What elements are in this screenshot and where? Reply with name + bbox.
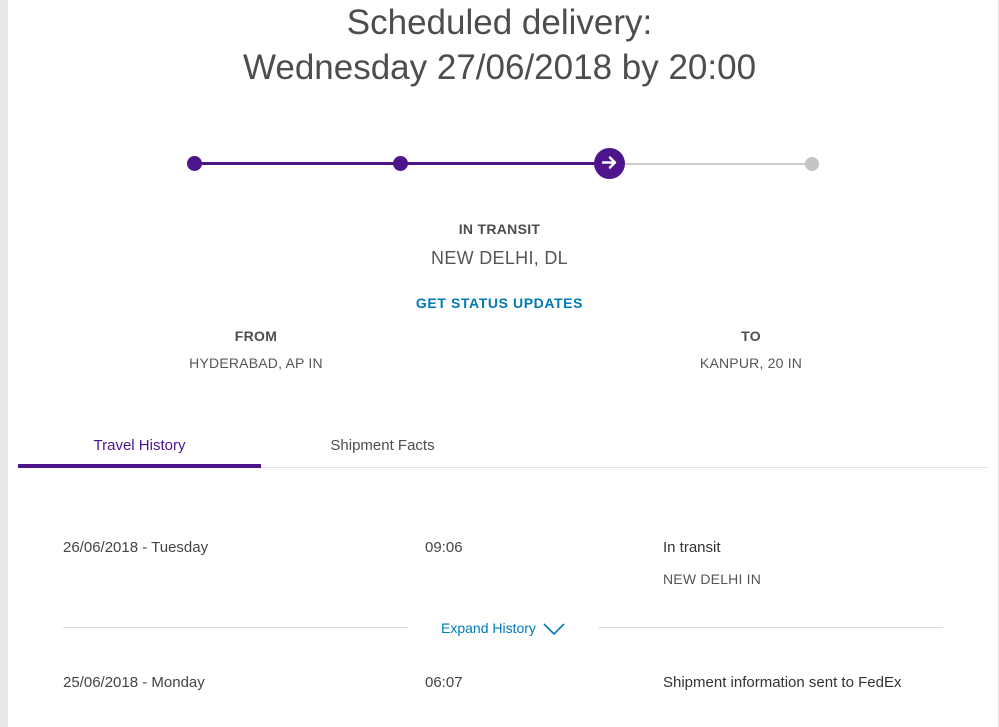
history-date: 25/06/2018 - Monday xyxy=(63,674,205,691)
arrow-right-icon xyxy=(601,156,617,169)
chevron-down-icon[interactable] xyxy=(543,622,565,636)
progress-tracker xyxy=(180,140,830,190)
scheduled-delivery-heading: Scheduled delivery: xyxy=(346,3,653,42)
active-tab-indicator xyxy=(18,464,261,468)
destination-value: KANPUR, 20 IN xyxy=(699,355,803,371)
history-time: 09:06 xyxy=(425,539,463,556)
divider xyxy=(63,627,408,628)
history-location: NEW DELHI IN xyxy=(663,571,762,587)
progress-step-picked-up xyxy=(187,156,202,171)
scheduled-delivery-date: Wednesday 27/06/2018 by 20:00 xyxy=(242,48,757,87)
tracking-page: Scheduled delivery: Wednesday 27/06/2018… xyxy=(0,0,999,727)
status-label: IN TRANSIT xyxy=(458,221,541,237)
tab-shipment-facts[interactable]: Shipment Facts xyxy=(261,425,504,465)
status-location: NEW DELHI, DL xyxy=(431,248,568,268)
destination-block: TO KANPUR, 20 IN xyxy=(621,328,881,371)
history-event: Shipment information sent to FedEx xyxy=(663,674,902,691)
history-time: 06:07 xyxy=(425,674,463,691)
progress-step-in-transit xyxy=(594,148,625,179)
origin-value: HYDERABAD, AP IN xyxy=(189,355,323,371)
get-status-updates-link[interactable]: GET STATUS UPDATES xyxy=(0,295,999,311)
progress-line-pending xyxy=(610,163,812,165)
progress-step-shipped xyxy=(393,156,408,171)
destination-label: TO xyxy=(741,328,761,344)
tab-travel-history[interactable]: Travel History xyxy=(18,425,261,465)
origin-label: FROM xyxy=(234,328,278,344)
expand-history-link[interactable]: Expand History xyxy=(441,620,536,636)
divider xyxy=(598,627,943,628)
origin-block: FROM HYDERABAD, AP IN xyxy=(126,328,386,371)
history-date: 26/06/2018 - Tuesday xyxy=(63,539,209,556)
left-gutter xyxy=(0,0,8,727)
history-event: In transit xyxy=(663,539,721,556)
progress-step-delivered xyxy=(805,156,819,171)
tab-bar: Travel History Shipment Facts xyxy=(18,425,988,468)
expand-history-row: Expand History xyxy=(63,620,943,640)
